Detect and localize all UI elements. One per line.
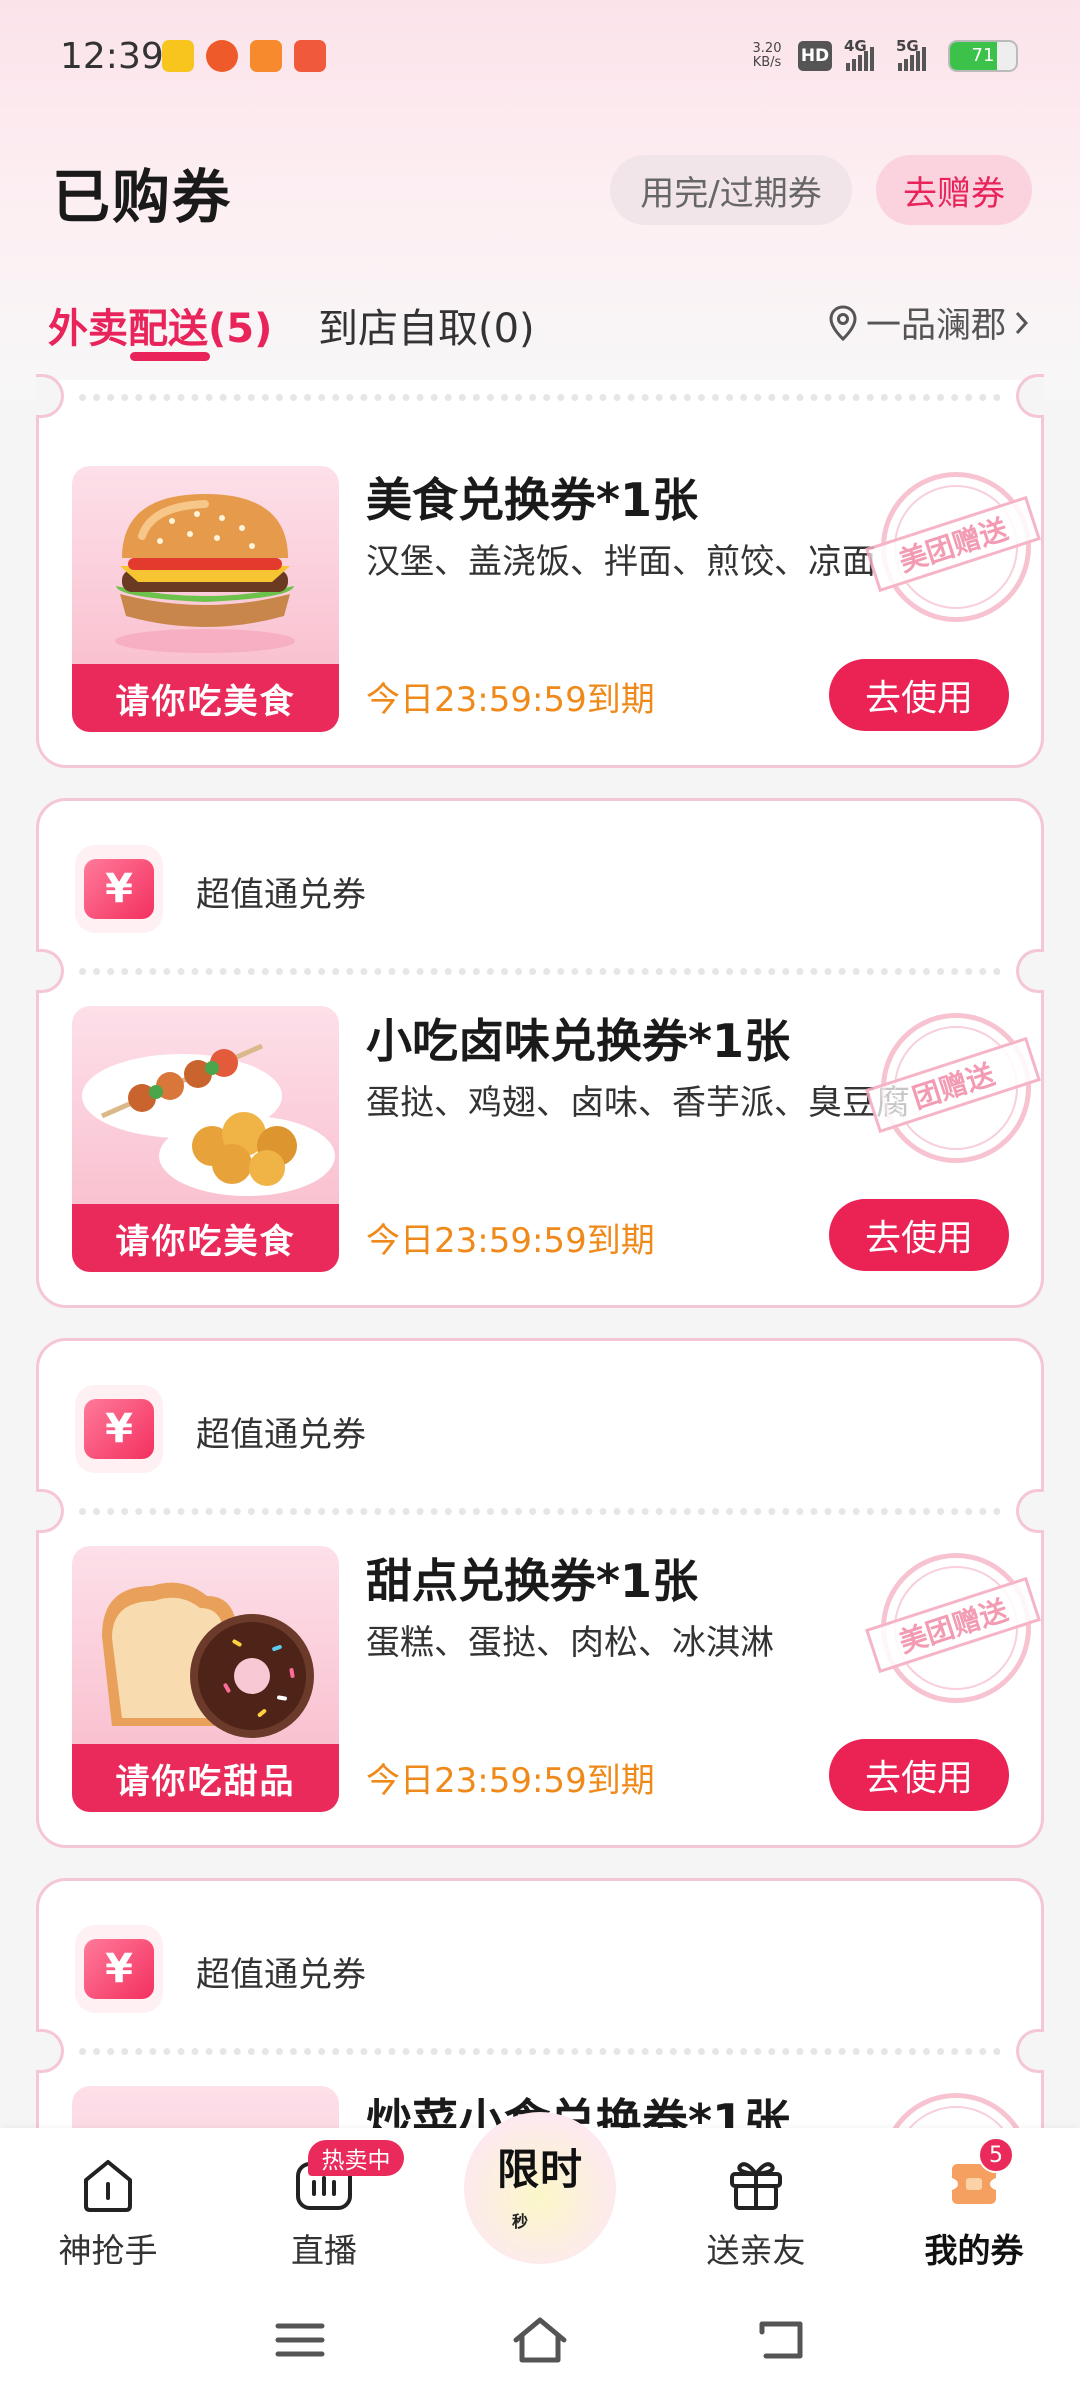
location-name: 一品澜郡 bbox=[865, 306, 1006, 346]
nav-label: 我的券 bbox=[924, 2231, 1024, 2270]
signal-4g-icon: 4G bbox=[844, 37, 884, 71]
back-icon[interactable] bbox=[752, 2312, 812, 2368]
nav-item-home[interactable]: 神抢手 bbox=[28, 2152, 188, 2272]
flash-sale-title: 限时 bbox=[496, 2145, 583, 2194]
card-divider bbox=[79, 2048, 1001, 2055]
use-coupon-button[interactable]: 去使用 bbox=[829, 659, 1009, 731]
signal-4g-label: 4G bbox=[844, 37, 867, 55]
coupon-card: ¥ 超值通兑券 请你吃美食 小吃卤味兑换券*1张 蛋挞、鸡翅、卤味、香芋派、臭豆… bbox=[36, 798, 1044, 1308]
gift-stamp: 美团赠送 bbox=[865, 472, 1041, 622]
status-time: 12:39 bbox=[60, 36, 164, 77]
stamp-text: 美团赠送 bbox=[865, 1576, 1041, 1674]
card-divider bbox=[79, 1508, 1001, 1515]
card-notch bbox=[36, 2029, 64, 2073]
thumb-label: 请你吃甜品 bbox=[72, 1744, 339, 1812]
battery-level: 71 bbox=[971, 45, 995, 66]
coupon-brand-label: 超值通兑券 bbox=[196, 1955, 366, 1995]
page-title: 已购券 bbox=[52, 163, 233, 231]
coupon-brand-label: 超值通兑券 bbox=[196, 1415, 366, 1455]
gift-stamp: 团赠送 bbox=[865, 1013, 1041, 1163]
coupon-count-badge: 5 bbox=[978, 2137, 1014, 2173]
coupon-title: 小吃卤味兑换券*1张 bbox=[366, 1014, 791, 1068]
menu-icon[interactable] bbox=[270, 2312, 330, 2368]
card-divider bbox=[79, 968, 1001, 975]
coupon-expiry: 今日23:59:59到期 bbox=[366, 1761, 655, 1801]
coupon-items: 蛋糕、蛋挞、肉松、冰淇淋 bbox=[366, 1623, 774, 1663]
bread-donut-icon bbox=[102, 1582, 314, 1738]
stamp-text: 团赠送 bbox=[865, 1036, 1041, 1134]
nav-item-my-coupons[interactable]: 我的券 bbox=[894, 2152, 1054, 2272]
system-nav-bar bbox=[0, 2280, 1080, 2400]
network-speed-unit: KB/s bbox=[752, 55, 782, 70]
nav-label: 直播 bbox=[291, 2231, 357, 2270]
location-selector[interactable]: 一品澜郡 bbox=[828, 297, 1030, 348]
coupon-items: 汉堡、盖浇饭、拌面、煎饺、凉面 bbox=[366, 542, 876, 582]
signal-5g-label: 5G bbox=[896, 37, 919, 55]
yuan-coupon-icon: ¥ bbox=[75, 845, 163, 933]
coupon-image: 请你吃美食 bbox=[72, 466, 339, 732]
notification-app-icon bbox=[162, 40, 194, 72]
coupon-image: 请你吃甜品 bbox=[72, 1546, 339, 1812]
home-nav-icon[interactable] bbox=[510, 2312, 570, 2368]
battery-icon: 71 bbox=[948, 40, 1018, 72]
location-pin-icon bbox=[829, 304, 857, 341]
gift-icon bbox=[724, 2152, 788, 2216]
network-speed-value: 3.20 bbox=[752, 41, 782, 56]
coupon-image: 请你吃美食 bbox=[72, 1006, 339, 1272]
notification-app-icon bbox=[294, 40, 326, 72]
tab-delivery[interactable]: 外卖配送(5) bbox=[48, 296, 272, 354]
flash-sale-sub: 秒 bbox=[512, 2212, 529, 2231]
tab-active-indicator bbox=[130, 352, 210, 361]
gift-stamp: 美团赠送 bbox=[865, 1553, 1041, 1703]
gift-coupons-button[interactable]: 去赠券 bbox=[876, 155, 1032, 225]
chevron-right-icon bbox=[1015, 311, 1029, 334]
thumb-label: 请你吃美食 bbox=[72, 1204, 339, 1272]
hot-sale-badge: 热卖中 bbox=[308, 2140, 404, 2176]
expired-coupons-button[interactable]: 用完/过期券 bbox=[610, 155, 852, 225]
card-notch bbox=[36, 1489, 64, 1533]
hd-icon: HD bbox=[798, 41, 832, 71]
network-speed: 3.20 KB/s bbox=[748, 42, 786, 70]
home-icon bbox=[76, 2152, 140, 2216]
thumb-label: 请你吃美食 bbox=[72, 664, 339, 732]
use-coupon-button[interactable]: 去使用 bbox=[829, 1199, 1009, 1271]
coupon-card: 请你吃美食 美食兑换券*1张 汉堡、盖浇饭、拌面、煎饺、凉面 美团赠送 今日23… bbox=[36, 374, 1044, 768]
card-notch bbox=[1016, 374, 1044, 418]
signal-5g-icon: 5G bbox=[896, 37, 936, 71]
burger-icon bbox=[115, 494, 295, 653]
yuan-coupon-icon: ¥ bbox=[75, 1385, 163, 1473]
notification-app-icon bbox=[250, 40, 282, 72]
yuan-coupon-icon: ¥ bbox=[75, 1925, 163, 2013]
notification-app-icon bbox=[206, 40, 238, 72]
card-notch bbox=[1016, 949, 1044, 993]
stamp-text: 美团赠送 bbox=[865, 495, 1041, 593]
status-indicators: 3.20 KB/s HD 4G 5G 71 bbox=[748, 37, 1018, 72]
card-notch bbox=[1016, 1489, 1044, 1533]
coupon-expiry: 今日23:59:59到期 bbox=[366, 680, 655, 720]
coupon-brand-label: 超值通兑券 bbox=[196, 875, 366, 915]
tab-pickup[interactable]: 到店自取(0) bbox=[318, 296, 535, 354]
coupon-card: ¥ 超值通兑券 请你吃甜品 甜点兑换券*1张 蛋糕、蛋挞、肉松、冰淇淋 美团赠送… bbox=[36, 1338, 1044, 1848]
coupon-title: 美食兑换券*1张 bbox=[366, 473, 699, 527]
flash-sale-button[interactable]: 限时 秒 bbox=[464, 2112, 616, 2264]
nav-label: 神抢手 bbox=[58, 2231, 158, 2270]
card-notch bbox=[1016, 2029, 1044, 2073]
coupon-expiry: 今日23:59:59到期 bbox=[366, 1221, 655, 1261]
nav-label: 送亲友 bbox=[706, 2231, 806, 2270]
coupon-items: 蛋挞、鸡翅、卤味、香芋派、臭豆腐 bbox=[366, 1083, 910, 1123]
status-bar: 12:39 3.20 KB/s HD 4G 5G 71 bbox=[0, 0, 1080, 120]
use-coupon-button[interactable]: 去使用 bbox=[829, 1739, 1009, 1811]
card-divider bbox=[79, 394, 1001, 401]
skewer-chicken-icon bbox=[82, 1043, 335, 1196]
notification-icons bbox=[162, 40, 326, 72]
card-notch bbox=[36, 949, 64, 993]
nav-item-gift[interactable]: 送亲友 bbox=[676, 2152, 836, 2272]
coupon-title: 甜点兑换券*1张 bbox=[366, 1554, 699, 1608]
card-notch bbox=[36, 374, 64, 418]
